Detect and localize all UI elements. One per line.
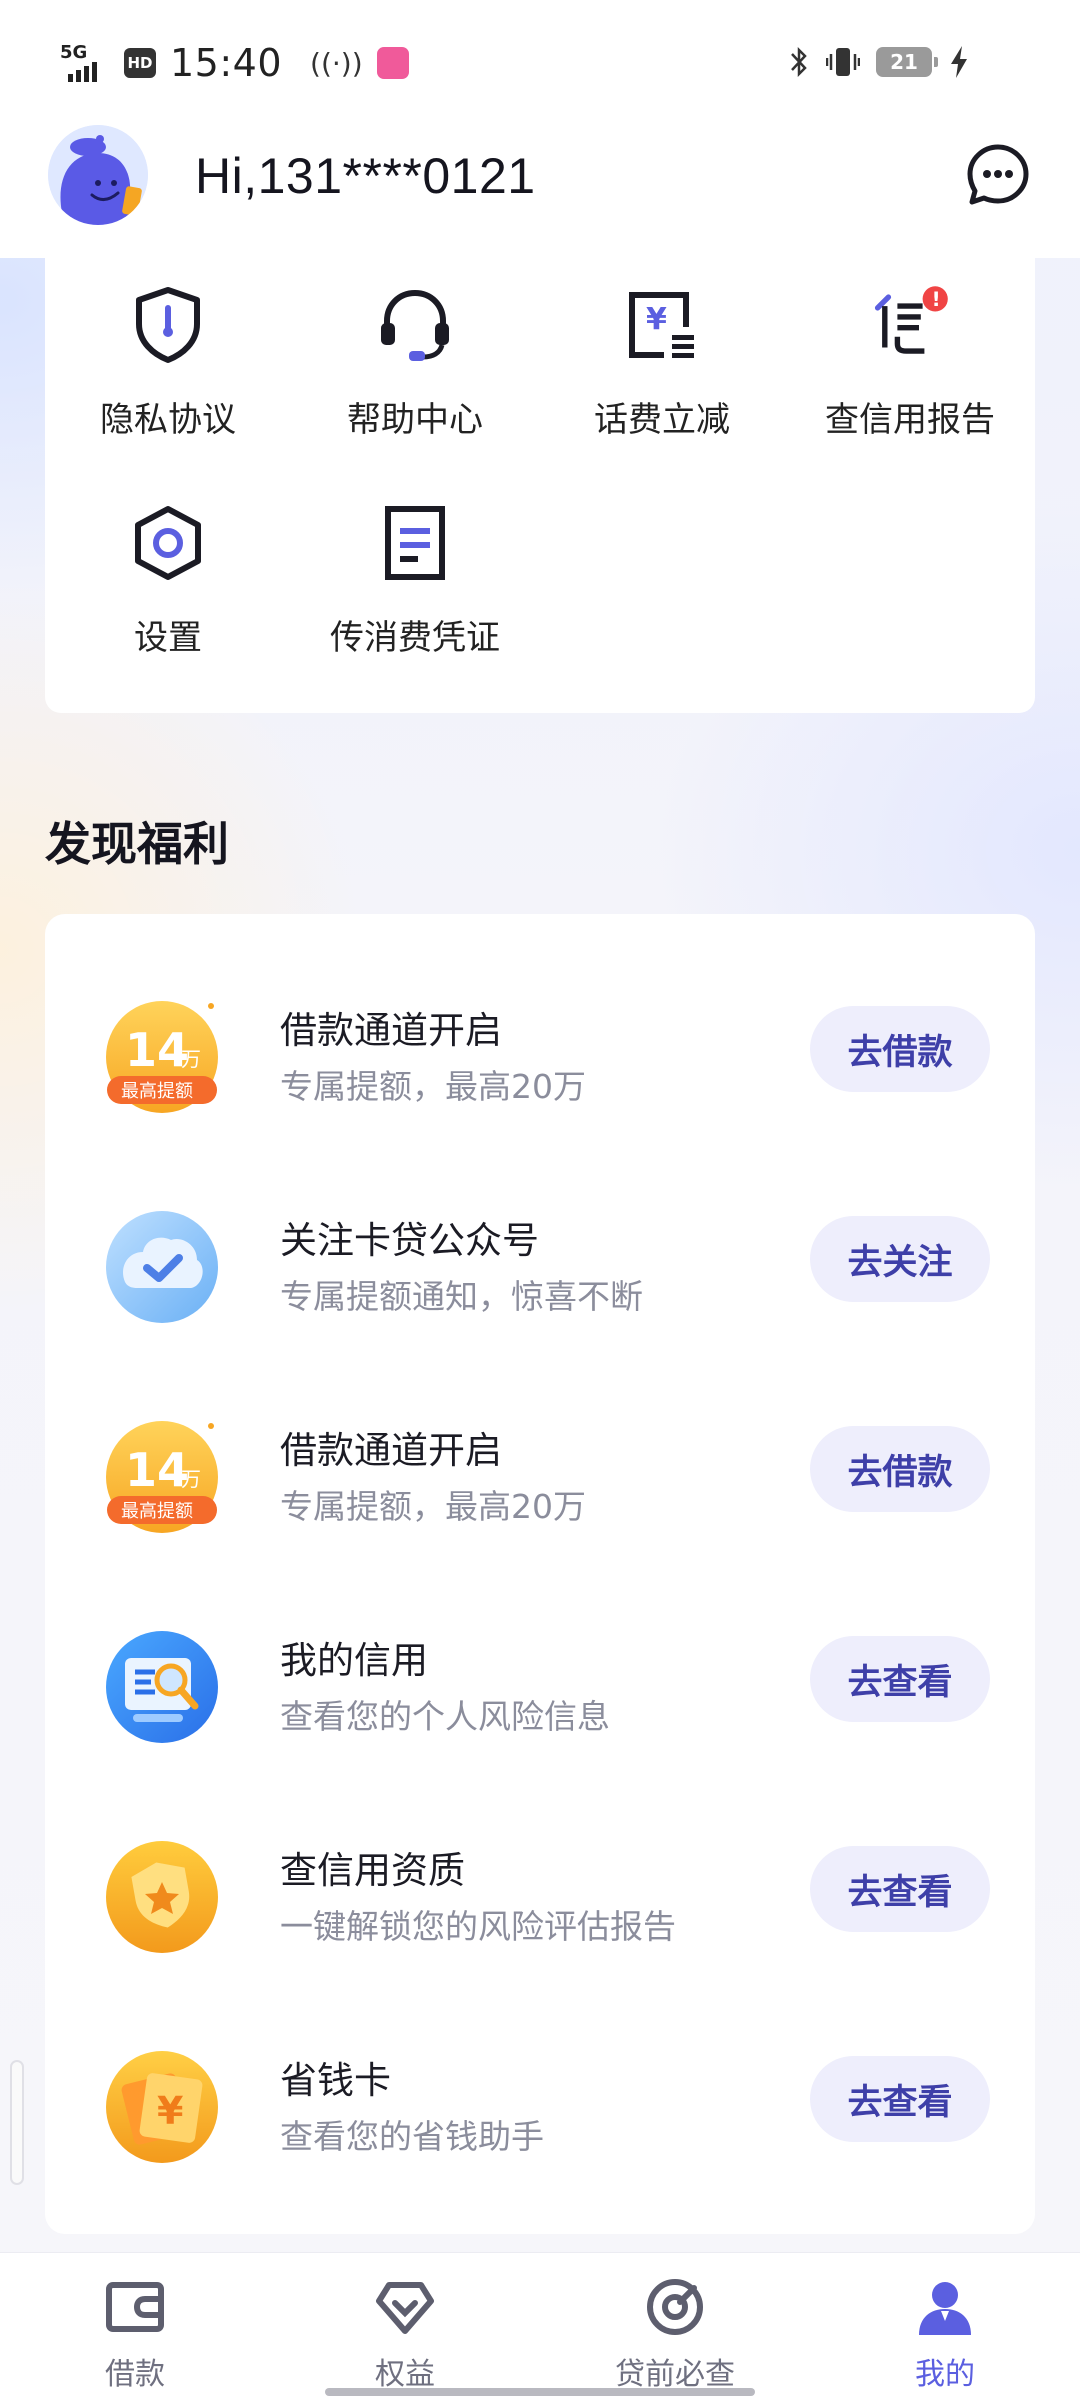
avatar[interactable] (48, 125, 148, 225)
service-help-center[interactable]: 帮助中心 (295, 280, 535, 450)
home-indicator[interactable] (325, 2388, 755, 2396)
profile-header: Hi,131****0121 (0, 125, 1080, 258)
benefit-item[interactable]: 我的信用 查看您的个人风险信息 去查看 (45, 1616, 1035, 1756)
benefit-item[interactable]: 14 万 最高提额 借款通道开启 专属提额，最高20万 去借款 (45, 1406, 1035, 1546)
alert-badge: ! (932, 288, 941, 311)
follow-check-cloud-icon (103, 1208, 221, 1326)
badge-text: 最高提额 (121, 1081, 193, 1102)
service-label: 设置 (134, 618, 202, 658)
hd-icon: HD (124, 48, 156, 78)
nav-tab-benefits[interactable]: 权益 (325, 2275, 485, 2395)
mascot-icon (48, 125, 148, 225)
borrow-button[interactable]: 去借款 (810, 1006, 990, 1092)
benefit-title: 我的信用 (280, 1639, 428, 1682)
benefit-item[interactable]: ¥ 省钱卡 查看您的省钱助手 去查看 (45, 2036, 1035, 2176)
section-title-benefits: 发现福利 (45, 817, 229, 871)
benefit-subtitle: 一键解锁您的风险评估报告 (280, 1907, 676, 1946)
service-label: 话费立减 (594, 400, 730, 440)
svg-text:¥: ¥ (157, 2089, 183, 2133)
service-privacy[interactable]: 隐私协议 (48, 280, 288, 450)
battery-icon: 21 (876, 47, 938, 77)
shield-icon (123, 280, 213, 370)
benefit-title: 省钱卡 (280, 2059, 391, 2102)
benefit-subtitle: 专属提额，最高20万 (280, 1487, 586, 1526)
charging-icon (951, 46, 967, 78)
settings-hexagon-icon (123, 498, 213, 588)
service-label: 帮助中心 (347, 400, 483, 440)
target-icon (643, 2275, 707, 2339)
nav-label: 贷前必查 (615, 2357, 735, 2392)
heart-gem-icon (373, 2275, 437, 2339)
nav-label: 借款 (105, 2357, 165, 2392)
benefit-item[interactable]: 14 万 最高提额 借款通道开启 专属提额，最高20万 去借款 (45, 986, 1035, 1126)
badge-text: 最高提额 (121, 1501, 193, 1522)
benefits-card: 14 万 最高提额 借款通道开启 专属提额，最高20万 去借款 关注卡贷公众号 … (45, 914, 1035, 2234)
service-label: 传消费凭证 (330, 618, 500, 658)
benefit-title: 借款通道开启 (280, 1429, 502, 1472)
benefit-subtitle: 查看您的省钱助手 (280, 2117, 544, 2156)
loan-14w-icon: 14 万 最高提额 (103, 998, 221, 1116)
nfc-icon: ((·)) (310, 46, 363, 80)
view-button[interactable]: 去查看 (810, 1846, 990, 1932)
headset-icon (370, 280, 460, 370)
document-icon (370, 498, 460, 588)
service-label: 隐私协议 (100, 400, 236, 440)
benefit-subtitle: 专属提额，最高20万 (280, 1067, 586, 1106)
benefit-title: 查信用资质 (280, 1849, 465, 1892)
network-type: 5G (60, 42, 88, 63)
status-bar: 5G HD 15:40 ((·)) 21 (0, 0, 1080, 125)
service-label: 查信用报告 (825, 400, 995, 440)
credit-report-icon: ! (865, 280, 955, 370)
benefit-subtitle: 专属提额通知，惊喜不断 (280, 1277, 643, 1316)
badge-unit: 万 (181, 1047, 201, 1071)
nav-label: 我的 (915, 2357, 975, 2392)
view-button[interactable]: 去查看 (810, 2056, 990, 2142)
borrow-button[interactable]: 去借款 (810, 1426, 990, 1512)
badge-amount: 14 (125, 1023, 189, 1077)
benefit-item[interactable]: 查信用资质 一键解锁您的风险评估报告 去查看 (45, 1826, 1035, 1966)
nav-tab-mine[interactable]: 我的 (865, 2275, 1025, 2395)
message-icon[interactable] (966, 143, 1030, 207)
nav-tab-loan[interactable]: 借款 (55, 2275, 215, 2395)
nav-tab-precheck[interactable]: 贷前必查 (595, 2275, 755, 2395)
services-card: 隐私协议 帮助中心 ¥ 话费立减 ! 查信用报告 设置 传消费凭证 (45, 258, 1035, 713)
service-phone-bill-discount[interactable]: ¥ 话费立减 (542, 280, 782, 450)
scroll-indicator[interactable] (10, 2060, 24, 2185)
clock: 15:40 (170, 41, 283, 85)
benefit-subtitle: 查看您的个人风险信息 (280, 1697, 610, 1736)
service-upload-receipt[interactable]: 传消费凭证 (295, 498, 535, 668)
yuan-receipt-icon: ¥ (617, 280, 707, 370)
loan-14w-icon: 14 万 最高提额 (103, 1418, 221, 1536)
bluetooth-icon (791, 46, 807, 78)
vibrate-icon (826, 48, 860, 76)
app-notification-icon (376, 47, 409, 79)
badge-amount: 14 (125, 1443, 189, 1497)
benefit-title: 关注卡贷公众号 (280, 1219, 539, 1262)
follow-button[interactable]: 去关注 (810, 1216, 990, 1302)
wallet-icon (103, 2275, 167, 2339)
nav-label: 权益 (375, 2357, 435, 2392)
service-settings[interactable]: 设置 (48, 498, 288, 668)
benefit-title: 借款通道开启 (280, 1009, 502, 1052)
signal-icon: 5G (60, 42, 110, 84)
svg-text:¥: ¥ (646, 302, 667, 337)
star-shield-icon (103, 1838, 221, 1956)
service-credit-report[interactable]: ! 查信用报告 (790, 280, 1030, 450)
benefit-item[interactable]: 关注卡贷公众号 专属提额通知，惊喜不断 去关注 (45, 1196, 1035, 1336)
person-icon (913, 2275, 977, 2339)
credit-magnifier-icon (103, 1628, 221, 1746)
greeting-text: Hi,131****0121 (195, 148, 536, 204)
bottom-nav: 借款 权益 贷前必查 我的 (0, 2252, 1080, 2400)
badge-unit: 万 (181, 1467, 201, 1491)
yuan-card-icon: ¥ (103, 2048, 221, 2166)
view-button[interactable]: 去查看 (810, 1636, 990, 1722)
